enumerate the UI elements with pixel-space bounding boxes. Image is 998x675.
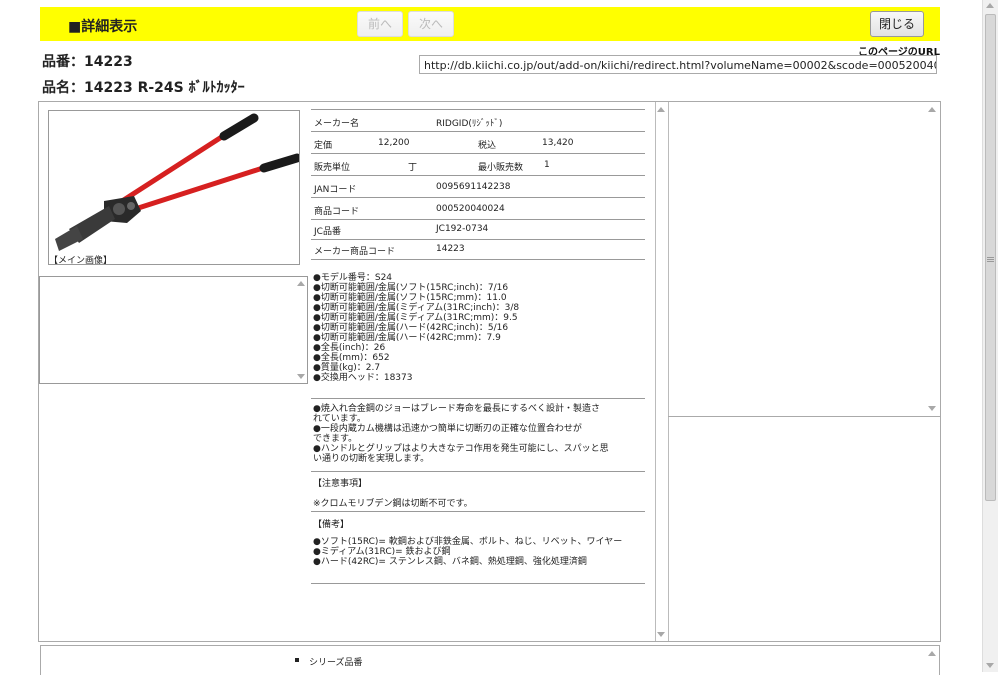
part-number: 品番：14223 (42, 54, 133, 70)
close-button[interactable]: 閉じる (870, 11, 924, 37)
divider (311, 398, 645, 399)
spec-row-maker-code: メーカー商品コード 14223 (311, 238, 645, 260)
list-item: ●全長(inch)：26 (313, 343, 386, 353)
series-panel (40, 645, 940, 675)
remarks-line: ●ミディアム(31RC)= 鉄および鋼 (313, 547, 451, 557)
spec-value: 14223 (436, 244, 465, 254)
divider (311, 511, 645, 512)
scroll-down-icon[interactable] (986, 663, 994, 668)
scroll-up-icon[interactable] (928, 107, 936, 112)
remarks-heading: 【備考】 (313, 520, 350, 530)
notes-heading: 【注意事項】 (313, 479, 368, 489)
spec-value: 12,200 (378, 138, 410, 148)
spec-row-price: 定価 12,200 税込 13,420 (311, 132, 645, 154)
page-title: ■詳細表示 (68, 19, 138, 35)
list-item: ●交換用ヘッド：18373 (313, 373, 413, 383)
list-item: ●切断可能範囲/金属(ハード(42RC;inch)：5/16 (313, 323, 509, 333)
divider (668, 416, 940, 417)
grip-icon (987, 261, 994, 262)
main-image[interactable] (48, 110, 302, 265)
spec-label: 最小販売数 (478, 163, 524, 173)
spec-label: 商品コード (314, 207, 360, 217)
spec-row-maker: メーカー名 RIDGID(ﾘｼﾞｯﾄﾞ) (311, 110, 645, 132)
list-item: ●切断可能範囲/金属(ソフト(15RC;mm)：11.0 (313, 293, 507, 303)
description-line: ●一段内蔵カム機構は迅速かつ簡単に切断刃の正確な位置合わせが (313, 424, 582, 434)
spec-row-code: 商品コード 000520040024 (311, 198, 645, 220)
spec-label: JANコード (314, 185, 357, 195)
spec-label: メーカー商品コード (314, 247, 396, 257)
grip-icon (987, 257, 994, 258)
image-caption: 【メイン画像】 (49, 256, 113, 266)
divider (311, 583, 645, 584)
description-line: ●焼入れ合金鋼のジョーはブレード寿命を最長にするべく設計・製造さ (313, 404, 600, 414)
description-line: できます。 (313, 434, 358, 444)
spec-label: メーカー名 (314, 119, 360, 129)
spec-value: RIDGID(ﾘｼﾞｯﾄﾞ) (436, 119, 503, 129)
scroll-up-icon[interactable] (297, 281, 305, 286)
spec-value: JC192-0734 (436, 224, 489, 234)
list-item: ●切断可能範囲/金属(ハード(42RC;mm)：7.9 (313, 333, 501, 343)
spec-label: JC品番 (314, 227, 341, 237)
scroll-up-icon[interactable] (986, 3, 994, 8)
list-item: ●切断可能範囲/金属(ミディアム(31RC;inch)：3/8 (313, 303, 520, 313)
scroll-up-icon[interactable] (928, 651, 936, 656)
list-item: ●切断可能範囲/金属(ソフト(15RC;inch)：7/16 (313, 283, 509, 293)
column-divider (668, 102, 669, 641)
column-divider (655, 102, 656, 641)
prev-button[interactable]: 前へ (357, 11, 403, 37)
bolt-cutter-image (55, 113, 302, 251)
spec-value: 0095691142238 (436, 182, 511, 192)
spec-value: 丁 (408, 163, 418, 173)
description-line: れています。 (313, 414, 366, 424)
list-item: ●質量(kg)：2.7 (313, 363, 381, 373)
scroll-down-icon[interactable] (297, 374, 305, 379)
scroll-down-icon[interactable] (657, 632, 665, 637)
divider (311, 471, 645, 472)
grip-icon (987, 259, 994, 260)
spec-label: 定価 (314, 141, 333, 151)
remarks-line: ●ハード(42RC)= ステンレス鋼、バネ鋼、熱処理鋼、強化処理済鋼 (313, 557, 587, 567)
part-name: 品名：14223 R-24S ﾎﾞﾙﾄｶｯﾀｰ (42, 80, 245, 96)
description-line: い通りの切断を実現します。 (313, 454, 430, 464)
scroll-up-icon[interactable] (657, 107, 665, 112)
spec-value: 13,420 (542, 138, 574, 148)
header-bar (40, 7, 940, 41)
list-item: ●切断可能範囲/金属(ミディアム(31RC;mm)：9.5 (313, 313, 518, 323)
thumbnail-list[interactable] (39, 276, 308, 384)
page-url-field[interactable]: http://db.kiichi.co.jp/out/add-on/kiichi… (419, 55, 937, 74)
scroll-down-icon[interactable] (928, 406, 936, 411)
notes-text: ※クロムモリブデン鋼は切断不可です。 (313, 499, 473, 509)
spec-row-unit: 販売単位 丁 最小販売数 1 (311, 154, 645, 176)
remarks-list: ●ソフト(15RC)= 軟鋼および非鉄金属、ボルト、ねじ、リベット、ワイヤー ●… (313, 537, 648, 567)
bullet-icon (295, 658, 299, 662)
description: ●焼入れ合金鋼のジョーはブレード寿命を最長にするべく設計・製造さ れています。 … (313, 404, 648, 464)
feature-list: ●モデル番号：S24 ●切断可能範囲/金属(ソフト(15RC;inch)：7/1… (313, 273, 648, 383)
description-line: ●ハンドルとグリップはより大きなテコ作用を発生可能にし、スパッと思 (313, 444, 609, 454)
spec-label: 販売単位 (314, 163, 351, 173)
spec-value: 000520040024 (436, 204, 505, 214)
next-button[interactable]: 次へ (408, 11, 454, 37)
spec-value: 1 (544, 160, 550, 170)
spec-row-jc: JC品番 JC192-0734 (311, 218, 645, 240)
remarks-line: ●ソフト(15RC)= 軟鋼および非鉄金属、ボルト、ねじ、リベット、ワイヤー (313, 537, 623, 547)
spec-row-jan: JANコード 0095691142238 (311, 176, 645, 198)
list-item: ●全長(mm)：652 (313, 353, 390, 363)
spec-label: 税込 (478, 141, 497, 151)
series-label: シリーズ品番 (309, 658, 363, 668)
list-item: ●モデル番号：S24 (313, 273, 393, 283)
